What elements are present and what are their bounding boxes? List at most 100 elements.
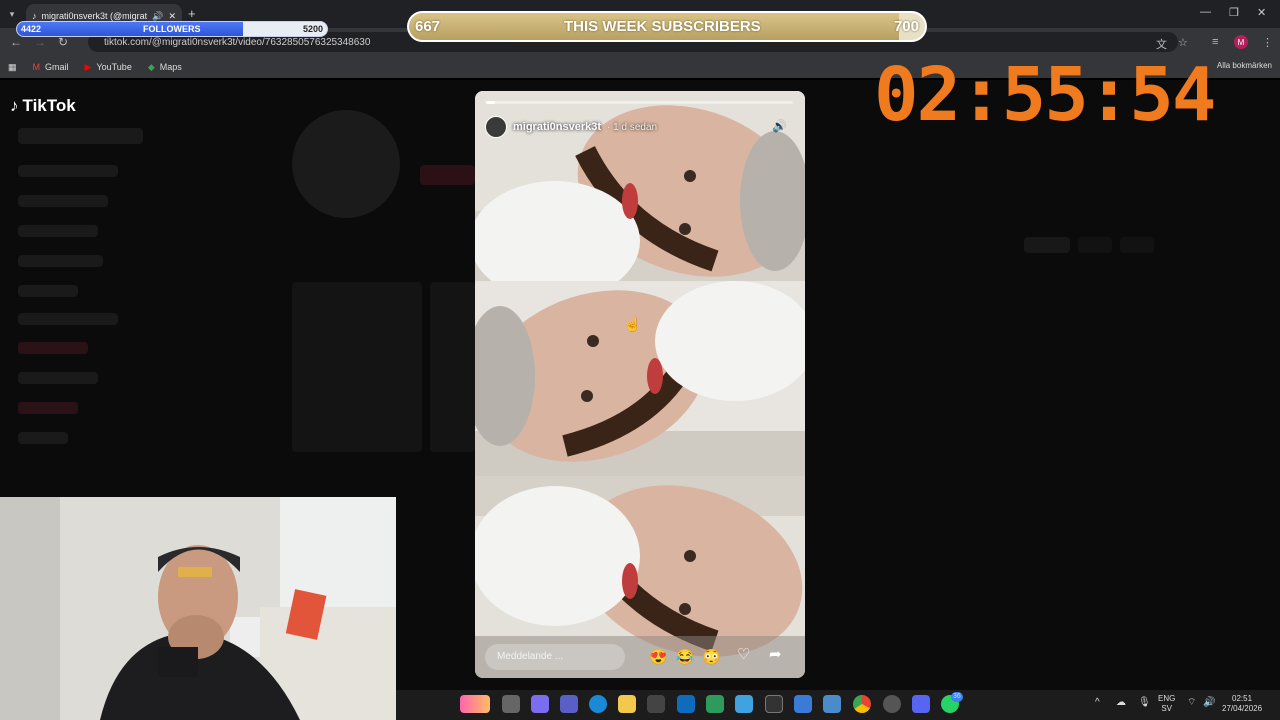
tiktok-logo[interactable]: ♪ TikTok (10, 96, 76, 116)
speaker-icon[interactable]: 🔊 (152, 11, 163, 22)
bookmark-maps[interactable]: ◆ Maps (148, 62, 182, 73)
screen: ♪ TikTok ▾ ♪ migrati0nsverk3t (@migrati … (0, 0, 1280, 720)
new-tab-icon[interactable]: + (188, 6, 196, 21)
followers-goal-bar: 4422 FOLLOWERS 5200 (16, 21, 328, 37)
search-box-ghost (18, 128, 143, 144)
tab-ghost (1024, 237, 1070, 253)
story-progress-bar (486, 101, 793, 104)
video-thumb-ghost (430, 282, 475, 452)
language-indicator[interactable]: ENG SV (1158, 694, 1175, 714)
minimize-icon[interactable]: — (1200, 6, 1211, 18)
bookmark-youtube[interactable]: ▶ YouTube (85, 62, 132, 73)
story-video-frame (475, 281, 805, 476)
share-arrow-icon[interactable]: ➦ (769, 645, 782, 663)
tab-search-icon[interactable]: ▾ (4, 6, 20, 22)
sidebar-item-ghost (18, 165, 118, 177)
tiktok-favicon-icon: ♪ (32, 11, 37, 21)
volume-icon[interactable]: 🔊 (772, 119, 787, 133)
bookmark-gmail[interactable]: M Gmail (33, 62, 69, 72)
sidebar-item-ghost (18, 225, 98, 237)
forward-icon[interactable]: → (34, 35, 46, 49)
subscribers-start: 667 (415, 18, 441, 35)
media-controls-icon[interactable]: ≡ (1212, 36, 1218, 48)
story-author[interactable]: migrati0nsverk3t · 1 d sedan (485, 116, 657, 138)
close-window-icon[interactable]: ✕ (1257, 6, 1266, 19)
subscribers-label: THIS WEEK SUBSCRIBERS (564, 18, 761, 35)
sidebar-item-ghost (18, 255, 103, 267)
message-input[interactable]: Meddelande ... (485, 644, 625, 670)
author-username[interactable]: migrati0nsverk3t (513, 121, 601, 133)
sidebar-item-ghost (18, 372, 98, 384)
close-tab-icon[interactable]: ✕ (168, 11, 176, 22)
follow-button-ghost (420, 165, 475, 185)
story-player[interactable]: migrati0nsverk3t · 1 d sedan 🔊 Meddeland… (475, 91, 805, 678)
followers-start: 4422 (21, 24, 42, 34)
maps-pin-icon: ◆ (147, 61, 155, 72)
shield-app-icon[interactable] (706, 695, 724, 713)
image-app-icon[interactable] (823, 695, 841, 713)
sidebar-item-ghost (18, 285, 78, 297)
menu-kebab-icon[interactable]: ⋮ (1262, 36, 1273, 49)
whatsapp-badge: 36 (951, 692, 963, 702)
chrome-icon[interactable] (853, 695, 871, 713)
obs-icon[interactable] (883, 695, 901, 713)
followers-label: FOLLOWERS (143, 24, 201, 34)
sidebar-item-ghost (18, 402, 78, 414)
sidebar-item-ghost (18, 313, 118, 325)
post-time: · 1 d sedan (607, 121, 658, 133)
outlook-icon[interactable] (677, 695, 695, 713)
countdown-timer: 02:55:54 (874, 52, 1216, 138)
tray-chevron-icon[interactable]: ^ (1095, 698, 1100, 708)
followers-goal: 5200 (302, 24, 323, 34)
gmail-icon: M (32, 62, 41, 72)
followers-progress-fill (17, 22, 244, 36)
tiktok-note-icon: ♪ (10, 96, 19, 115)
subscribers-bar-track: 667 THIS WEEK SUBSCRIBERS 700 (409, 13, 925, 40)
onedrive-icon[interactable]: ☁ (1116, 698, 1126, 708)
hand-cursor-icon: ☝ (624, 316, 642, 332)
subscribers-goal-bar: 667 THIS WEEK SUBSCRIBERS 700 (407, 11, 927, 42)
youtube-icon: ▶ (84, 61, 92, 72)
profile-avatar-ghost (292, 110, 400, 218)
app-icon[interactable] (735, 695, 753, 713)
subscribers-goal: 700 (893, 18, 919, 35)
webcam-image (0, 497, 396, 720)
sidebar-item-ghost (18, 195, 108, 207)
webcam-feed (0, 497, 396, 720)
widgets-icon[interactable] (460, 695, 490, 713)
all-bookmarks-button[interactable]: Alla bokmärken (1217, 61, 1272, 70)
file-explorer-icon[interactable] (618, 695, 636, 713)
story-reply-bar: Meddelande ... 😍 😂 😳 ♡ ➦ (475, 639, 805, 675)
wifi-icon[interactable]: ⌔ (1187, 698, 1196, 708)
maximize-icon[interactable]: ❐ (1229, 6, 1239, 19)
video-frame-graphic (475, 281, 805, 476)
tab-ghost (1120, 237, 1154, 253)
bookmark-star-icon[interactable]: ☆ (1178, 36, 1188, 49)
store-icon[interactable] (647, 695, 665, 713)
author-avatar[interactable] (485, 116, 507, 138)
flushed-emoji-icon[interactable]: 😳 (702, 648, 721, 666)
tab-ghost (1078, 237, 1112, 253)
like-heart-icon[interactable]: ♡ (737, 645, 750, 663)
story-progress-fill (486, 101, 496, 104)
edge-icon[interactable] (589, 695, 607, 713)
clock[interactable]: 02:51 27/04/2026 (1222, 694, 1262, 714)
sidebar-item-ghost (18, 432, 68, 444)
reload-icon[interactable]: ↻ (58, 35, 68, 49)
microphone-icon[interactable]: 🎙 (1138, 698, 1151, 708)
app-icon[interactable] (765, 695, 783, 713)
copilot-icon[interactable] (531, 695, 549, 713)
video-thumb-ghost (292, 282, 422, 452)
teams-icon[interactable] (560, 695, 578, 713)
translate-icon[interactable]: 文 (1156, 36, 1167, 52)
discord-icon[interactable] (912, 695, 930, 713)
task-view-icon[interactable] (502, 695, 520, 713)
photos-icon[interactable] (794, 695, 812, 713)
profile-avatar[interactable]: M (1234, 35, 1248, 49)
laughing-emoji-icon[interactable]: 😂 (676, 648, 695, 666)
volume-tray-icon[interactable]: 🔊 (1203, 698, 1215, 708)
sidebar-item-ghost (18, 342, 88, 354)
apps-grid-icon[interactable]: ▦ (8, 62, 17, 73)
back-icon[interactable]: ← (10, 35, 22, 49)
heart-eyes-emoji-icon[interactable]: 😍 (649, 648, 668, 666)
